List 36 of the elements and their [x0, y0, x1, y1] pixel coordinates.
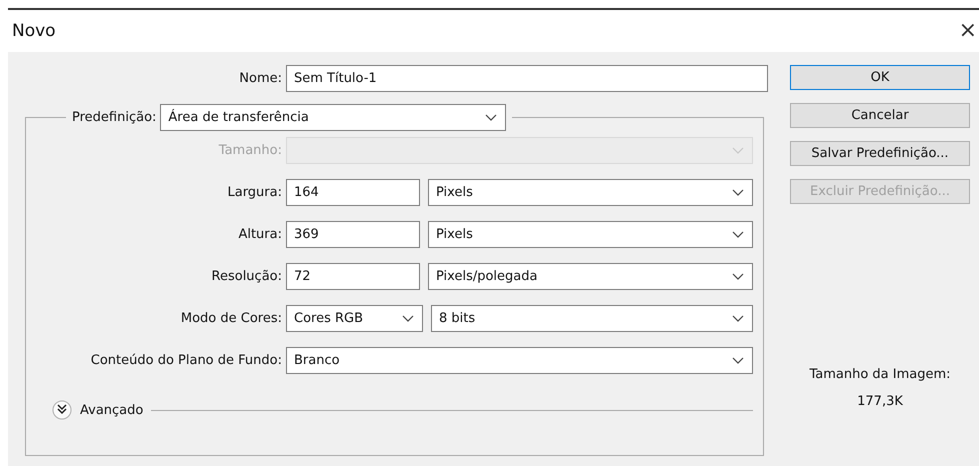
- image-size-value: 177,3K: [857, 394, 903, 409]
- value-field[interactable]: 369: [286, 221, 420, 248]
- unit-dropdown[interactable]: Pixels/polegada: [428, 263, 753, 290]
- dropdown[interactable]: Branco: [286, 347, 753, 374]
- chevron-down-icon: [402, 315, 414, 322]
- dialog-button[interactable]: Salvar Predefinição...: [790, 141, 970, 166]
- close-button[interactable]: ×: [958, 20, 977, 42]
- unit-dropdown[interactable]: Pixels: [428, 221, 753, 248]
- image-size-label: Tamanho da Imagem:: [809, 367, 951, 382]
- chevron-down-icon: [485, 114, 498, 121]
- chevron-down-icon: [732, 147, 744, 154]
- unit-dropdown[interactable]: Pixels: [428, 179, 753, 206]
- chevron-down-icon: [732, 273, 744, 280]
- field-label: Largura:: [226, 185, 282, 200]
- dialog-button[interactable]: Cancelar: [790, 103, 970, 128]
- chevron-down-icon: [732, 357, 744, 364]
- window-title: Novo: [12, 21, 56, 41]
- field-label: Predefinição:: [72, 110, 156, 125]
- field-label: Resolução:: [210, 269, 282, 284]
- name-field[interactable]: Sem Título-1: [286, 65, 768, 92]
- dialog-button[interactable]: OK: [790, 65, 970, 90]
- advanced-label[interactable]: Avançado: [80, 402, 144, 418]
- field-label: Modo de Cores:: [180, 311, 282, 326]
- field-label: Nome:: [238, 71, 282, 86]
- dropdown[interactable]: 8 bits: [431, 305, 753, 332]
- value-field[interactable]: 72: [286, 263, 420, 290]
- expand-icon[interactable]: [52, 400, 72, 420]
- chevron-down-icon: [732, 315, 744, 322]
- preset-dropdown[interactable]: Área de transferência: [160, 104, 506, 131]
- field-label: Altura:: [237, 227, 282, 242]
- chevron-down-icon: [732, 189, 744, 196]
- value-field[interactable]: 164: [286, 179, 420, 206]
- chevron-down-icon: [732, 231, 744, 238]
- dropdown[interactable]: Cores RGB: [286, 305, 423, 332]
- field-label: Tamanho:: [218, 143, 282, 158]
- field-label: Conteúdo do Plano de Fundo:: [90, 353, 282, 368]
